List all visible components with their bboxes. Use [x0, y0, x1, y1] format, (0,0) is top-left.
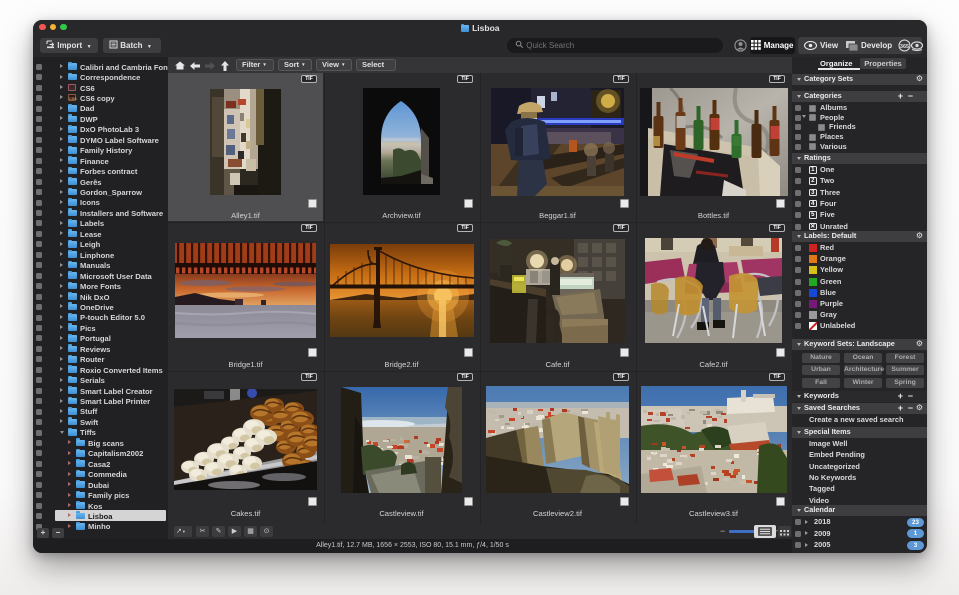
svg-text:365: 365 — [900, 44, 909, 50]
